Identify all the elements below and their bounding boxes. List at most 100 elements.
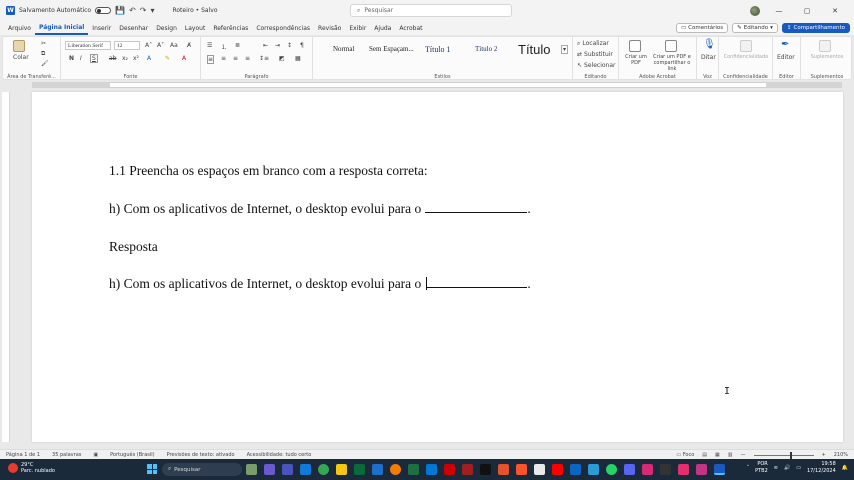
battery-icon[interactable]: ▭ (796, 465, 801, 471)
keyboard-language[interactable]: POR PTB2 (755, 461, 768, 475)
share-button[interactable]: ⇪ Compartilhamento (781, 23, 850, 33)
tab-layout[interactable]: Layout (181, 21, 209, 35)
chrome-app-icon[interactable] (318, 464, 329, 475)
decrease-indent-icon[interactable]: ⇤ (263, 42, 268, 49)
document-page[interactable]: 1.1 Preencha os espaços em branco com a … (32, 92, 843, 442)
document-title[interactable]: Roteiro • Salvo (172, 7, 217, 14)
tab-inserir[interactable]: Inserir (88, 21, 115, 35)
style-normal[interactable]: Normal (333, 45, 354, 53)
store-app-icon[interactable] (354, 464, 365, 475)
firefox-app-icon[interactable] (390, 464, 401, 475)
paste-label[interactable]: Colar (13, 54, 29, 61)
language-status[interactable]: Português (Brasil) (104, 452, 161, 458)
underline-button[interactable]: S (90, 54, 98, 63)
sort-icon[interactable]: ↕ (287, 42, 292, 49)
save-icon[interactable]: 💾 (115, 6, 125, 15)
notifications-icon[interactable]: 🔔 (842, 465, 848, 471)
line-spacing-icon[interactable]: ↕≡ (259, 55, 269, 62)
borders-icon[interactable]: ▦ (295, 55, 301, 62)
start-button[interactable] (147, 464, 157, 474)
tiktok-app-icon[interactable] (480, 464, 491, 475)
create-pdf-label[interactable]: Criar um PDF (623, 54, 649, 66)
find-button[interactable]: ⌕ Localizar (577, 40, 609, 48)
paste-icon[interactable] (13, 40, 25, 52)
file-explorer-app-icon[interactable] (336, 464, 347, 475)
volume-icon[interactable]: 🔊 (784, 465, 790, 471)
addins-button[interactable]: Suplementos (803, 54, 851, 60)
excel-app-icon[interactable] (408, 464, 419, 475)
bold-button[interactable]: N (69, 55, 74, 62)
dictate-label[interactable]: Ditar (701, 54, 716, 61)
styles-more-icon[interactable]: ▾ (561, 45, 569, 54)
outlook-app-icon[interactable] (372, 464, 383, 475)
maximize-button[interactable]: ▢ (798, 7, 816, 15)
comments-button[interactable]: ▭ Comentários (675, 23, 729, 33)
word-app-icon[interactable] (714, 464, 725, 475)
zoom-out-icon[interactable]: — (741, 452, 746, 458)
copilot-app-icon[interactable] (264, 464, 275, 475)
font-color-icon[interactable]: A (182, 55, 186, 62)
numbering-icon[interactable]: ⒈ (221, 42, 227, 51)
tab-pagina-inicial[interactable]: Página Inicial (34, 21, 89, 35)
subscript-icon[interactable]: x₂ (122, 55, 128, 62)
github-app-icon[interactable] (660, 464, 671, 475)
style-no-spacing[interactable]: Sem Espaçam... (369, 45, 414, 53)
tab-exibir[interactable]: Exibir (345, 21, 370, 35)
superscript-icon[interactable]: x² (133, 55, 139, 62)
wifi-icon[interactable]: ≋ (774, 465, 778, 471)
customize-toolbar-icon[interactable]: ▾ (150, 6, 154, 15)
close-button[interactable]: ✕ (826, 7, 844, 15)
instagram-app-icon[interactable] (678, 464, 689, 475)
font-name-select[interactable]: Liberation Serif (65, 41, 111, 50)
print-layout-icon[interactable]: ▦ (715, 452, 720, 458)
proofing-icon[interactable]: ▣ (87, 452, 104, 458)
tray-overflow-icon[interactable]: ˄ (747, 465, 750, 471)
opera-app-icon[interactable] (444, 464, 455, 475)
word-count[interactable]: 35 palavras (46, 452, 87, 458)
search-input[interactable]: ⌕ Pesquisar (350, 4, 512, 17)
whatsapp-app-icon[interactable] (606, 464, 617, 475)
zoom-in-icon[interactable]: + (822, 452, 826, 458)
horizontal-ruler[interactable] (0, 80, 854, 90)
discord-app-icon[interactable] (624, 464, 635, 475)
format-painter-icon[interactable]: 🖌 (41, 60, 49, 67)
orange-app-icon[interactable] (498, 464, 509, 475)
copy-icon[interactable]: ⧉ (41, 50, 45, 58)
weather-widget[interactable]: 29°C Parc. nublado (8, 462, 55, 474)
style-heading-1[interactable]: Título 1 (425, 45, 451, 54)
tab-desenhar[interactable]: Desenhar (115, 21, 152, 35)
align-left-icon[interactable]: ≡ (207, 55, 215, 64)
taskbar-search-input[interactable]: ⌕ Pesquisar (162, 463, 242, 476)
zoom-level[interactable]: 210% (834, 452, 848, 458)
create-pdf-icon[interactable] (629, 40, 641, 52)
notion-app-icon[interactable] (534, 464, 545, 475)
grow-font-icon[interactable]: A˄ (145, 42, 152, 49)
tab-correspondencias[interactable]: Correspondências (252, 21, 314, 35)
undo-icon[interactable]: ↶ (129, 6, 136, 15)
tab-ajuda[interactable]: Ajuda (370, 21, 395, 35)
calendar-app-icon[interactable] (426, 464, 437, 475)
increase-indent-icon[interactable]: ⇥ (275, 42, 280, 49)
red-app-icon[interactable] (462, 464, 473, 475)
shrink-font-icon[interactable]: A˅ (157, 42, 164, 49)
minimize-button[interactable]: — (770, 7, 788, 15)
align-center-icon[interactable]: ≡ (221, 55, 226, 62)
multilevel-list-icon[interactable]: ≣ (235, 42, 240, 49)
cut-icon[interactable]: ✂ (41, 40, 46, 47)
create-share-pdf-label[interactable]: Criar um PDF e compartilhar o link (649, 54, 695, 72)
web-layout-icon[interactable]: ▥ (728, 452, 733, 458)
clock[interactable]: 19:58 17/12/2024 (807, 461, 836, 475)
vertical-ruler[interactable] (2, 92, 10, 442)
text-effects-icon[interactable]: A (147, 55, 151, 62)
align-right-icon[interactable]: ≡ (233, 55, 238, 62)
justify-icon[interactable]: ≡ (245, 55, 250, 62)
select-button[interactable]: ↖ Selecionar (577, 62, 615, 69)
instagram-alt-app-icon[interactable] (696, 464, 707, 475)
highlight-icon[interactable]: ✎ (165, 55, 170, 62)
create-share-pdf-icon[interactable] (665, 40, 677, 52)
widget-app-icon[interactable] (246, 464, 257, 475)
tab-arquivo[interactable]: Arquivo (4, 21, 35, 35)
text-predictions-status[interactable]: Previsões de texto: ativado (161, 452, 241, 458)
brave-app-icon[interactable] (516, 464, 527, 475)
change-case-icon[interactable]: Aa (170, 42, 178, 49)
